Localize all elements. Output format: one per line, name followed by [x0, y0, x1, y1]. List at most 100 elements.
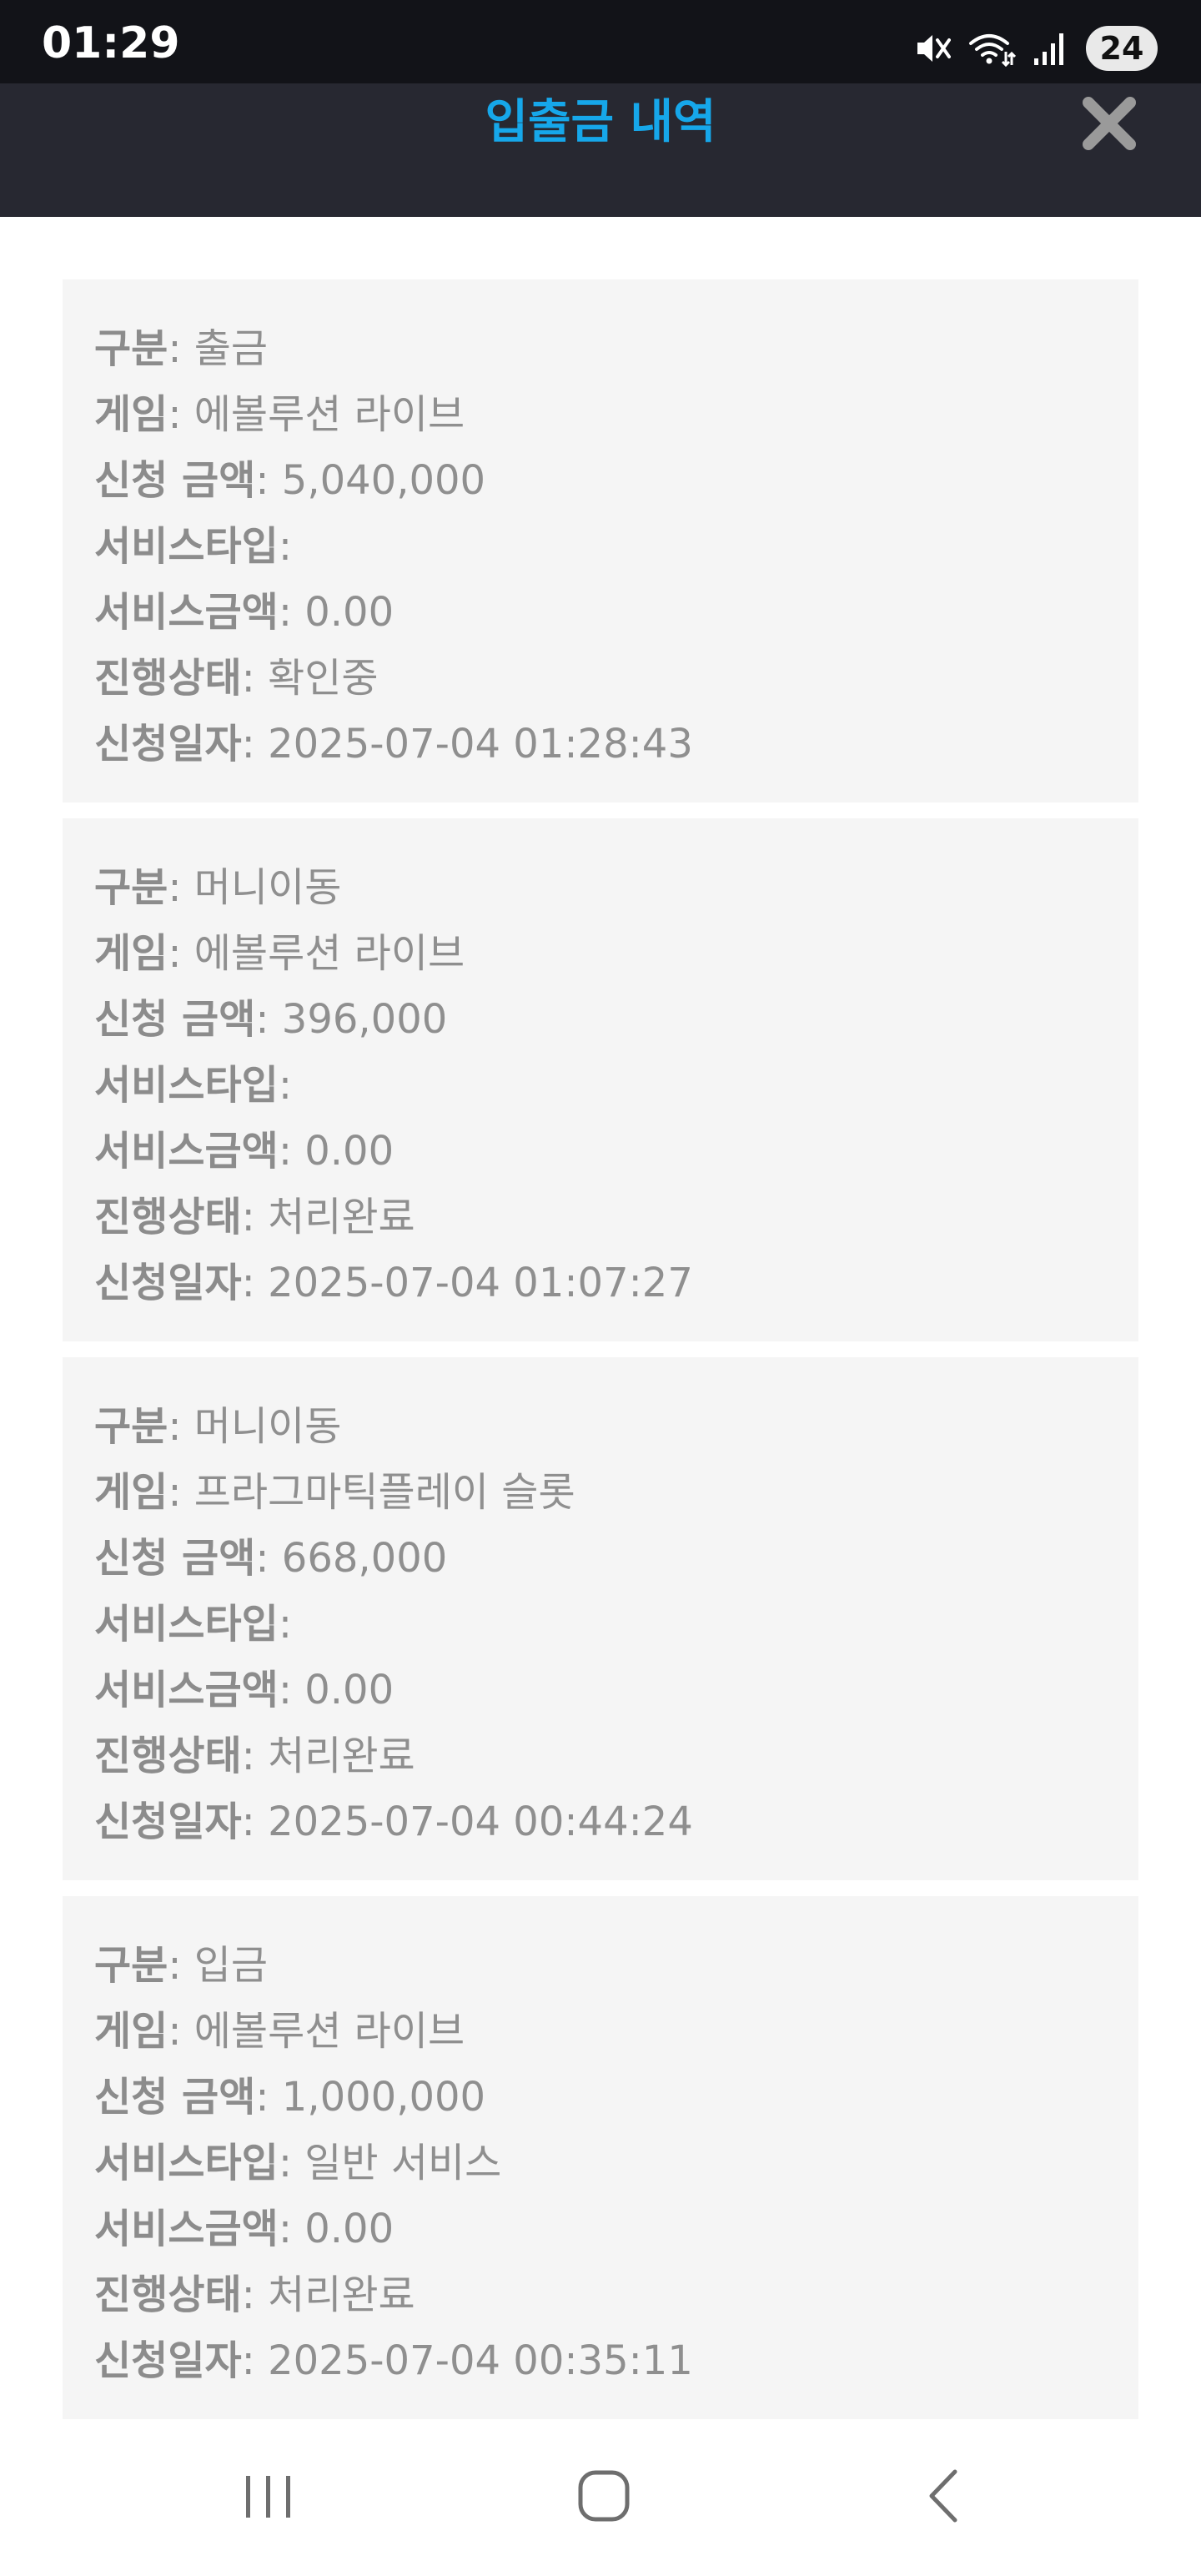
- field-value: :: [278, 1062, 292, 1109]
- field-value: : 0.00: [278, 1128, 394, 1175]
- field-value: : 0.00: [278, 589, 394, 636]
- record-field: 신청일자: 2025-07-04 01:28:43: [94, 712, 1138, 777]
- recent-apps-button[interactable]: [185, 2419, 352, 2576]
- transaction-card: 구분: 머니이동 게임: 에볼루션 라이브 신청 금액: 396,000 서비스타입:…: [63, 818, 1138, 1341]
- field-label: 서비스금액: [94, 589, 279, 636]
- wifi-icon: [967, 30, 1016, 67]
- record-field: 서비스금액: 0.00: [94, 1658, 1138, 1723]
- field-value: :: [278, 523, 292, 570]
- record-field: 진행상태: 처리완료: [94, 1723, 1138, 1789]
- recent-apps-icon: [239, 2471, 298, 2524]
- signal-icon: [1033, 30, 1069, 67]
- field-label: 게임: [94, 930, 168, 977]
- status-bar: 01:29 24: [0, 0, 1201, 83]
- field-value: : 머니이동: [168, 1403, 342, 1450]
- record-field: 신청일자: 2025-07-04 01:07:27: [94, 1250, 1138, 1316]
- record-field: 신청 금액: 396,000: [94, 987, 1138, 1053]
- field-value: : 2025-07-04 01:28:43: [241, 721, 693, 767]
- field-value: : 입금: [168, 1942, 269, 1989]
- record-field: 게임: 에볼루션 라이브: [94, 382, 1138, 448]
- home-button[interactable]: [520, 2419, 687, 2576]
- record-field: 진행상태: 처리완료: [94, 1185, 1138, 1250]
- field-value: : 프라그마틱플레이 슬롯: [168, 1469, 575, 1516]
- record-field: 게임: 에볼루션 라이브: [94, 1999, 1138, 2065]
- back-button[interactable]: [859, 2419, 1026, 2576]
- field-label: 게임: [94, 1469, 168, 1516]
- back-icon: [922, 2467, 963, 2528]
- status-icons: 24: [914, 25, 1158, 72]
- field-label: 구분: [94, 1403, 168, 1450]
- transaction-card: 구분: 머니이동 게임: 프라그마틱플레이 슬롯 신청 금액: 668,000 서비스…: [63, 1357, 1138, 1880]
- battery-icon: 24: [1086, 26, 1158, 71]
- field-value: : 396,000: [255, 996, 448, 1043]
- field-label: 진행상태: [94, 655, 242, 702]
- field-value: : 5,040,000: [255, 457, 486, 504]
- field-label: 진행상태: [94, 1733, 242, 1779]
- record-field: 서비스타입:: [94, 514, 1138, 580]
- field-value: : 에볼루션 라이브: [168, 2008, 465, 2055]
- field-value: : 1,000,000: [255, 2074, 486, 2121]
- field-value: : 0.00: [278, 2206, 394, 2252]
- field-label: 신청 금액: [94, 1535, 256, 1582]
- system-nav-bar: [0, 2419, 1201, 2576]
- transaction-card: 구분: 입금 게임: 에볼루션 라이브 신청 금액: 1,000,000 서비스타입:…: [63, 1896, 1138, 2419]
- field-label: 신청일자: [94, 1799, 242, 1845]
- field-value: : 0.00: [278, 1667, 394, 1713]
- record-field: 신청 금액: 668,000: [94, 1526, 1138, 1592]
- record-field: 서비스금액: 0.00: [94, 580, 1138, 646]
- record-field: 신청 금액: 5,040,000: [94, 448, 1138, 514]
- field-label: 진행상태: [94, 2272, 242, 2318]
- field-label: 게임: [94, 2008, 168, 2055]
- record-field: 서비스금액: 0.00: [94, 1119, 1138, 1185]
- field-value: : 확인중: [241, 655, 379, 702]
- record-field: 구분: 출금: [94, 316, 1138, 382]
- field-label: 게임: [94, 391, 168, 438]
- record-field: 신청일자: 2025-07-04 00:35:11: [94, 2328, 1138, 2394]
- record-field: 신청일자: 2025-07-04 00:44:24: [94, 1789, 1138, 1855]
- record-field: 구분: 입금: [94, 1933, 1138, 1999]
- field-value: : 2025-07-04 01:07:27: [241, 1260, 693, 1306]
- close-button[interactable]: [1076, 92, 1143, 158]
- record-field: 신청 금액: 1,000,000: [94, 2065, 1138, 2131]
- field-label: 서비스금액: [94, 1128, 279, 1175]
- field-value: : 일반 서비스: [278, 2140, 502, 2186]
- status-time: 01:29: [42, 18, 180, 68]
- record-field: 서비스타입: 일반 서비스: [94, 2131, 1138, 2196]
- home-icon: [577, 2469, 631, 2526]
- record-field: 게임: 에볼루션 라이브: [94, 921, 1138, 987]
- record-field: 서비스금액: 0.00: [94, 2196, 1138, 2262]
- field-label: 서비스타입: [94, 523, 279, 570]
- field-value: : 처리완료: [241, 2272, 415, 2318]
- transaction-list: 구분: 출금 게임: 에볼루션 라이브 신청 금액: 5,040,000 서비스타입:…: [63, 279, 1138, 2435]
- record-field: 진행상태: 확인중: [94, 646, 1138, 712]
- field-label: 진행상태: [94, 1194, 242, 1240]
- field-label: 서비스타입: [94, 1062, 279, 1109]
- record-field: 게임: 프라그마틱플레이 슬롯: [94, 1460, 1138, 1526]
- field-label: 신청일자: [94, 721, 242, 767]
- field-label: 구분: [94, 1942, 168, 1989]
- field-value: : 2025-07-04 00:44:24: [241, 1799, 693, 1845]
- field-value: : 머니이동: [168, 864, 342, 911]
- close-icon: [1080, 94, 1138, 156]
- field-value: : 처리완료: [241, 1733, 415, 1779]
- record-field: 구분: 머니이동: [94, 855, 1138, 921]
- field-label: 서비스타입: [94, 1601, 279, 1648]
- field-value: : 에볼루션 라이브: [168, 391, 465, 438]
- field-value: : 출금: [168, 325, 269, 372]
- field-label: 신청일자: [94, 2337, 242, 2384]
- field-value: : 에볼루션 라이브: [168, 930, 465, 977]
- page-title: 입출금 내역: [485, 95, 716, 149]
- field-value: : 2025-07-04 00:35:11: [241, 2337, 693, 2384]
- record-field: 구분: 머니이동: [94, 1394, 1138, 1460]
- field-label: 신청 금액: [94, 2074, 256, 2121]
- field-value: : 처리완료: [241, 1194, 415, 1240]
- field-label: 신청 금액: [94, 457, 256, 504]
- field-label: 서비스금액: [94, 1667, 279, 1713]
- field-label: 구분: [94, 325, 168, 372]
- field-label: 신청일자: [94, 1260, 242, 1306]
- field-value: :: [278, 1601, 292, 1648]
- field-value: : 668,000: [255, 1535, 448, 1582]
- record-field: 서비스타입:: [94, 1592, 1138, 1658]
- record-field: 진행상태: 처리완료: [94, 2262, 1138, 2328]
- mute-icon: [914, 30, 951, 67]
